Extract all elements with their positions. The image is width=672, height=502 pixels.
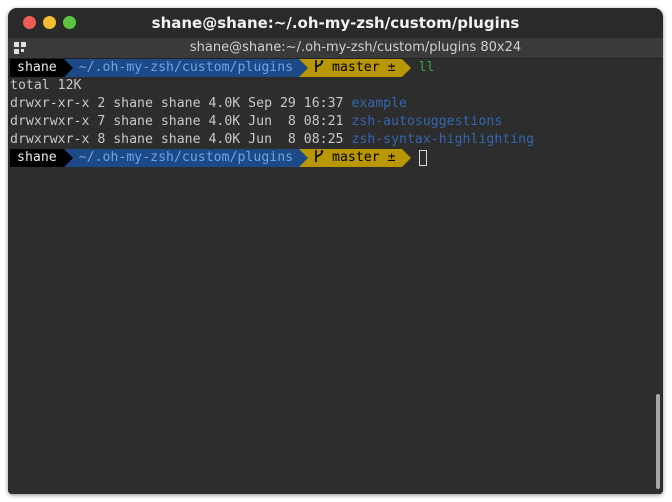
- prompt-path: ~/.oh-my-zsh/custom/plugins: [72, 149, 300, 167]
- output-total: total 12K: [10, 78, 82, 93]
- prompt-branch: master ±: [332, 60, 396, 75]
- prompt-separator-icon: [299, 59, 309, 77]
- terminal-window: shane@shane:~/.oh-my-zsh/custom/plugins …: [8, 8, 663, 494]
- prompt-separator-icon: [401, 59, 411, 77]
- listing-dir-name: zsh-autosuggestions: [351, 114, 503, 129]
- listing-meta: drwxr-xr-x 2 shane shane 4.0K Sep 29 16:…: [10, 96, 352, 111]
- listing-meta: drwxrwxr-x 8 shane shane 4.0K Jun 8 08:2…: [10, 132, 352, 147]
- prompt-git-segment: master ±: [308, 59, 402, 77]
- minimize-button[interactable]: [43, 16, 56, 29]
- prompt-branch: master ±: [332, 150, 396, 165]
- text-cursor[interactable]: [418, 150, 427, 166]
- tab-bar: shane@shane:~/.oh-my-zsh/custom/plugins …: [8, 38, 663, 59]
- listing-row: drwxrwxr-x 8 shane shane 4.0K Jun 8 08:2…: [10, 131, 534, 149]
- prompt-git-segment: master ±: [308, 149, 402, 167]
- window-title: shane@shane:~/.oh-my-zsh/custom/plugins: [151, 14, 520, 32]
- listing-row: drwxr-xr-x 2 shane shane 4.0K Sep 29 16:…: [10, 95, 407, 113]
- prompt-line: shane ~/.oh-my-zsh/custom/plugins master…: [10, 59, 434, 77]
- listing-dir-name: zsh-syntax-highlighting: [351, 132, 535, 147]
- command-text: ll: [418, 60, 435, 75]
- maximize-button[interactable]: [63, 16, 76, 29]
- prompt-user: shane: [10, 149, 64, 167]
- git-branch-icon: [315, 150, 324, 162]
- tab-menu-icon[interactable]: [14, 42, 26, 54]
- listing-dir-name: example: [351, 96, 407, 111]
- prompt-separator-icon: [63, 149, 73, 167]
- prompt-separator-icon: [63, 59, 73, 77]
- scrollbar[interactable]: [653, 59, 663, 494]
- scrollbar-thumb[interactable]: [656, 394, 660, 489]
- prompt-path: ~/.oh-my-zsh/custom/plugins: [72, 59, 300, 77]
- prompt-separator-icon: [401, 149, 411, 167]
- prompt-separator-icon: [299, 149, 309, 167]
- prompt-user: shane: [10, 59, 64, 77]
- tab-title[interactable]: shane@shane:~/.oh-my-zsh/custom/plugins …: [48, 38, 663, 58]
- listing-meta: drwxrwxr-x 7 shane shane 4.0K Jun 8 08:2…: [10, 114, 352, 129]
- git-branch-icon: [315, 60, 324, 72]
- prompt-line: shane ~/.oh-my-zsh/custom/plugins master…: [10, 149, 427, 167]
- listing-row: drwxrwxr-x 7 shane shane 4.0K Jun 8 08:2…: [10, 113, 502, 131]
- title-bar[interactable]: shane@shane:~/.oh-my-zsh/custom/plugins: [8, 8, 663, 38]
- terminal-output[interactable]: shane ~/.oh-my-zsh/custom/plugins master…: [8, 59, 653, 494]
- close-button[interactable]: [23, 16, 36, 29]
